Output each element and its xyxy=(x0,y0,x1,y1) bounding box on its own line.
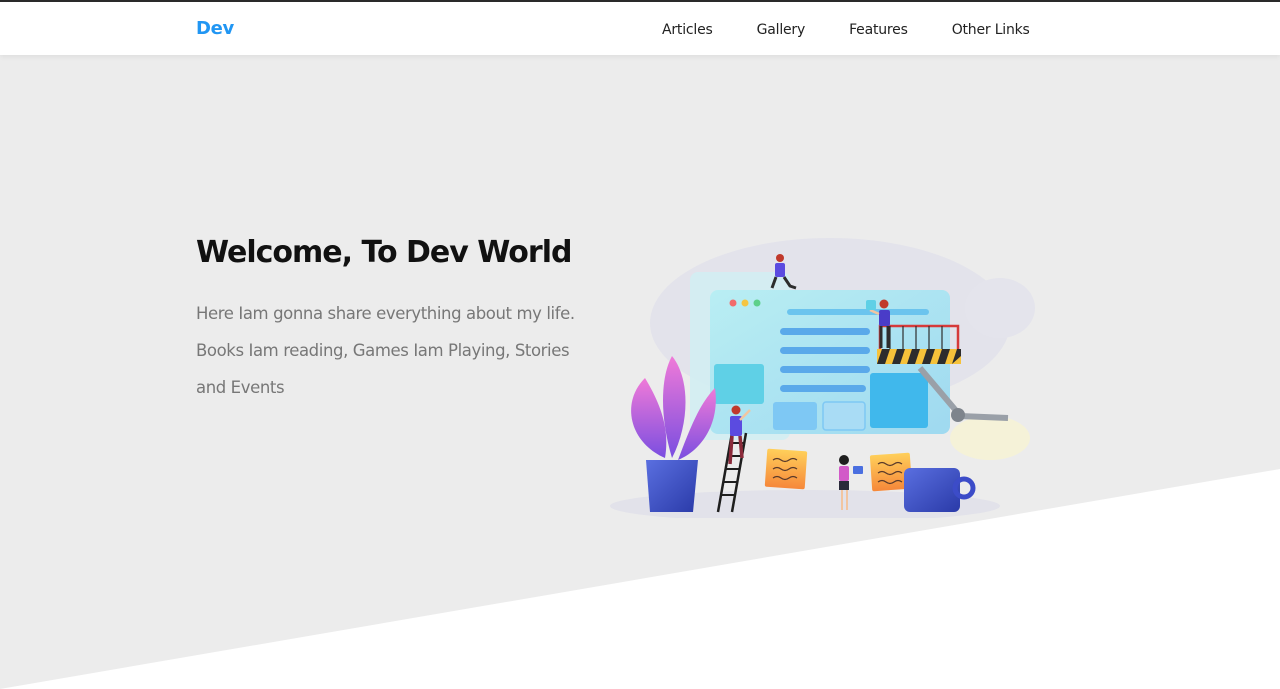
navbar: Dev Articles Gallery Features Other Link… xyxy=(0,2,1280,55)
hero-title: Welcome, To Dev World xyxy=(196,235,572,270)
hero-illustration xyxy=(610,238,1035,518)
nav-link-articles[interactable]: Articles xyxy=(662,22,713,38)
nav-link-gallery[interactable]: Gallery xyxy=(757,22,806,38)
brand-logo[interactable]: Dev xyxy=(196,18,234,39)
nav-item-articles: Articles xyxy=(662,21,713,39)
nav-item-other-links: Other Links xyxy=(952,21,1030,39)
nav-link-features[interactable]: Features xyxy=(849,22,908,38)
nav-item-features: Features xyxy=(849,21,908,39)
nav-item-gallery: Gallery xyxy=(757,21,806,39)
nav-link-other-links[interactable]: Other Links xyxy=(952,22,1030,38)
hero-description: Here Iam gonna share everything about my… xyxy=(196,304,575,397)
nav-menu: Articles Gallery Features Other Links xyxy=(662,21,1030,39)
